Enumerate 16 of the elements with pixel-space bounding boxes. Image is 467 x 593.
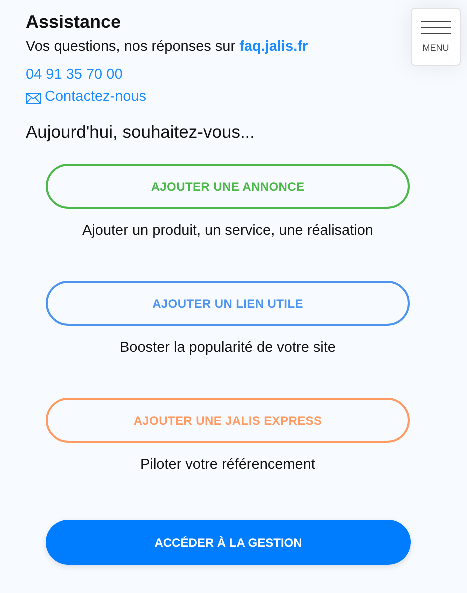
section-title: Assistance [26,11,122,33]
action-description: Ajouter un produit, un service, une réalisation [82,222,374,241]
action-button[interactable]: AJOUTER UN LIEN UTILE [46,281,410,326]
action-description: Piloter votre référencement [140,456,316,475]
action-description: Booster la popularité de votre site [120,339,336,358]
menu-icon [421,21,451,35]
contact-link[interactable]: Contactez-nous [45,87,147,107]
question-heading: Aujourd'hui, souhaitez-vous... [26,121,256,143]
action-button[interactable]: AJOUTER UNE ANNONCE [46,164,410,209]
intro-text: Vos questions, nos réponses sur [26,39,236,55]
menu-button[interactable]: MENU [411,8,461,66]
action-button[interactable]: AJOUTER UNE JALIS EXPRESS [46,398,410,443]
faq-link[interactable]: faq.jalis.fr [240,39,308,55]
envelope-icon [26,93,41,104]
manage-button[interactable]: ACCÉDER À LA GESTION [46,520,411,565]
phone-link[interactable]: 04 91 35 70 00 [26,65,123,85]
